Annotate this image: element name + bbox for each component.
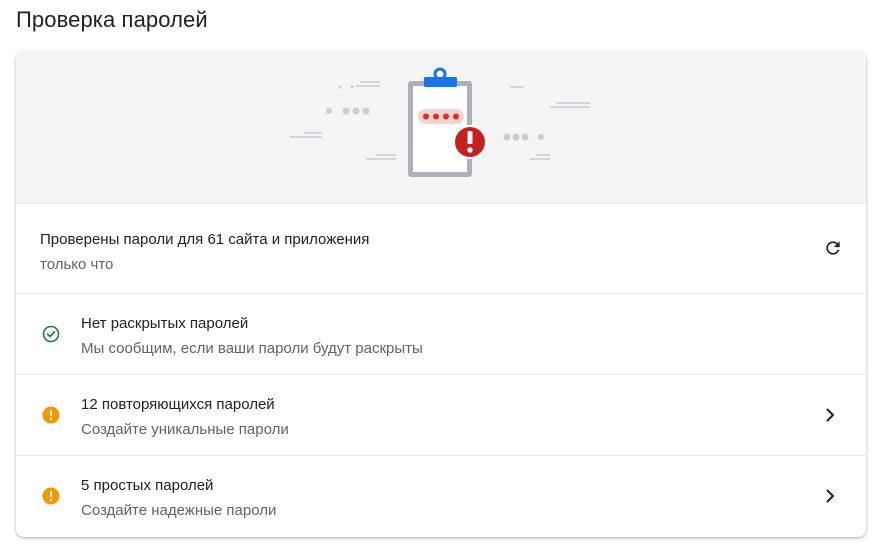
compromised-title: Нет раскрытых паролей [81,315,249,332]
weak-title: 5 простых паролей [81,477,214,494]
check-status-row: Проверены пароли для 61 сайта и приложен… [16,203,866,294]
clipboard-illustration [290,67,590,177]
weak-chevron-right-icon[interactable] [818,484,842,508]
illustration-banner [16,52,866,203]
weak-subtitle: Создайте надежные пароли [81,502,277,519]
compromised-passwords-row: Нет раскрытых паролей Мы сообщим, если в… [16,294,866,375]
warning-circle-icon [41,405,61,425]
reused-text: 12 повторяющихся паролей Создайте уникал… [81,395,289,440]
reused-title: 12 повторяющихся паролей [81,396,275,413]
reused-subtitle: Создайте уникальные пароли [81,421,289,438]
compromised-subtitle: Мы сообщим, если ваши пароли будут раскр… [81,340,423,357]
refresh-icon [826,241,840,255]
page-title: Проверка паролей [16,7,208,32]
weak-passwords-row[interactable]: 5 простых паролей Создайте надежные паро… [16,456,866,537]
check-status-text: Проверены пароли для 61 сайта и приложен… [40,230,369,275]
reused-passwords-row[interactable]: 12 повторяющихся паролей Создайте уникал… [16,375,866,456]
check-time: только что [40,256,114,273]
check-summary: Проверены пароли для 61 сайта и приложен… [40,231,370,248]
reused-chevron-right-icon[interactable] [818,403,842,427]
weak-text: 5 простых паролей Создайте надежные паро… [81,476,276,521]
compromised-text: Нет раскрытых паролей Мы сообщим, если в… [81,314,423,359]
warning-circle-icon [41,486,61,506]
refresh-button[interactable] [816,231,850,265]
password-check-card: Проверены пароли для 61 сайта и приложен… [16,52,866,537]
check-circle-icon [41,324,61,344]
